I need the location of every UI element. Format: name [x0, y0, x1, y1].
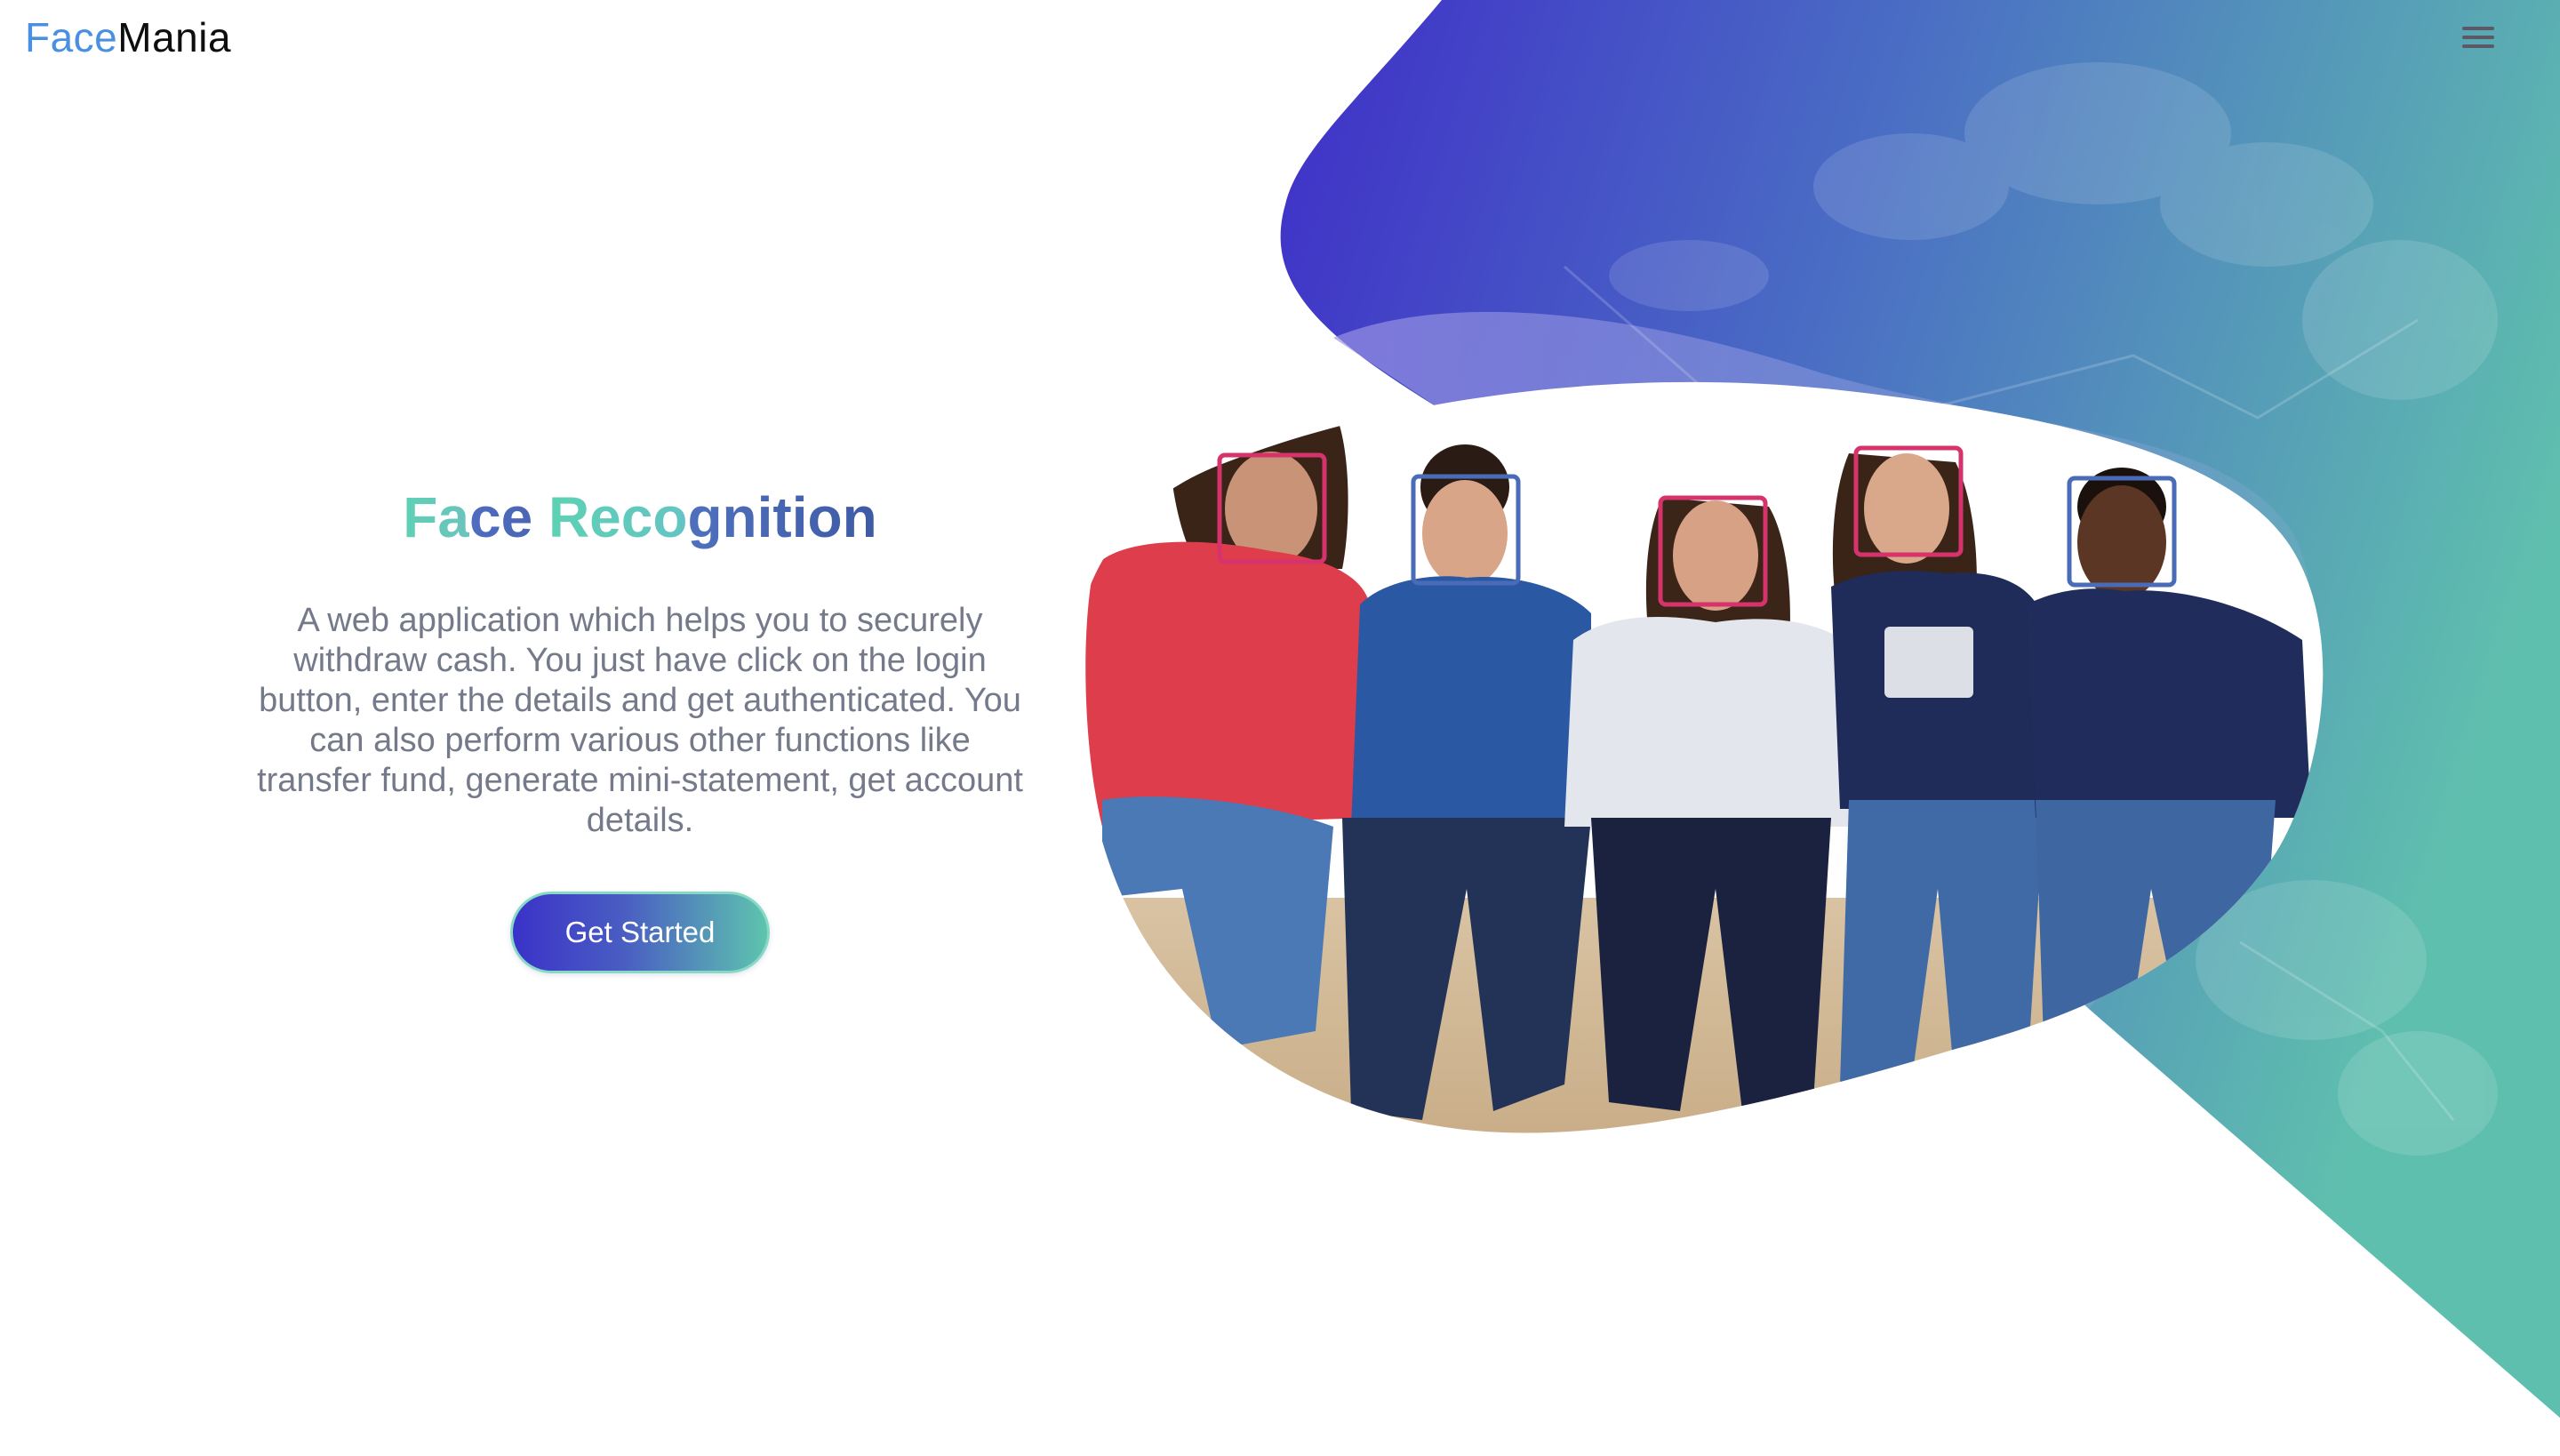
person-3	[1564, 498, 1867, 1111]
person-2	[1342, 444, 1591, 1120]
hero-description: A web application which helps you to sec…	[257, 602, 1023, 839]
world-map-pattern	[1609, 62, 2498, 1156]
hero-title-segment-3: Reco	[548, 485, 688, 549]
logo-part-mania: Mania	[117, 14, 232, 60]
face-box-1	[1217, 452, 1327, 564]
light-band	[1333, 311, 2313, 1009]
get-started-button[interactable]: Get Started	[510, 892, 770, 973]
person-1	[1085, 381, 1371, 1049]
brand-logo[interactable]: FaceMania	[25, 12, 231, 62]
face-detection-boxes	[1217, 445, 2177, 607]
hero-title-segment-4: gnition	[687, 485, 877, 549]
face-box-2	[1411, 474, 1521, 586]
hamburger-menu-icon[interactable]	[2460, 23, 2498, 52]
logo-part-face: Face	[25, 14, 118, 60]
face-box-3	[1658, 495, 1768, 607]
network-lines	[1564, 265, 2455, 1121]
hero-title-segment-1: Fa	[403, 485, 469, 549]
menu-line-top	[2462, 27, 2494, 30]
hero-title-segment-2: ce	[468, 485, 548, 549]
face-box-5	[2067, 476, 2177, 588]
gradient-blob	[1280, 0, 2560, 1418]
hero-title: Face Recognition	[267, 480, 1013, 555]
menu-line-bottom	[2462, 44, 2494, 48]
seat-ledge	[1076, 898, 2324, 1133]
menu-line-middle	[2462, 36, 2494, 39]
landing-page: FaceMania Face Recognition A web applica…	[0, 0, 2560, 1456]
person-4	[1831, 453, 2044, 1093]
person-5	[2027, 468, 2311, 1067]
face-box-4	[1853, 445, 1964, 557]
